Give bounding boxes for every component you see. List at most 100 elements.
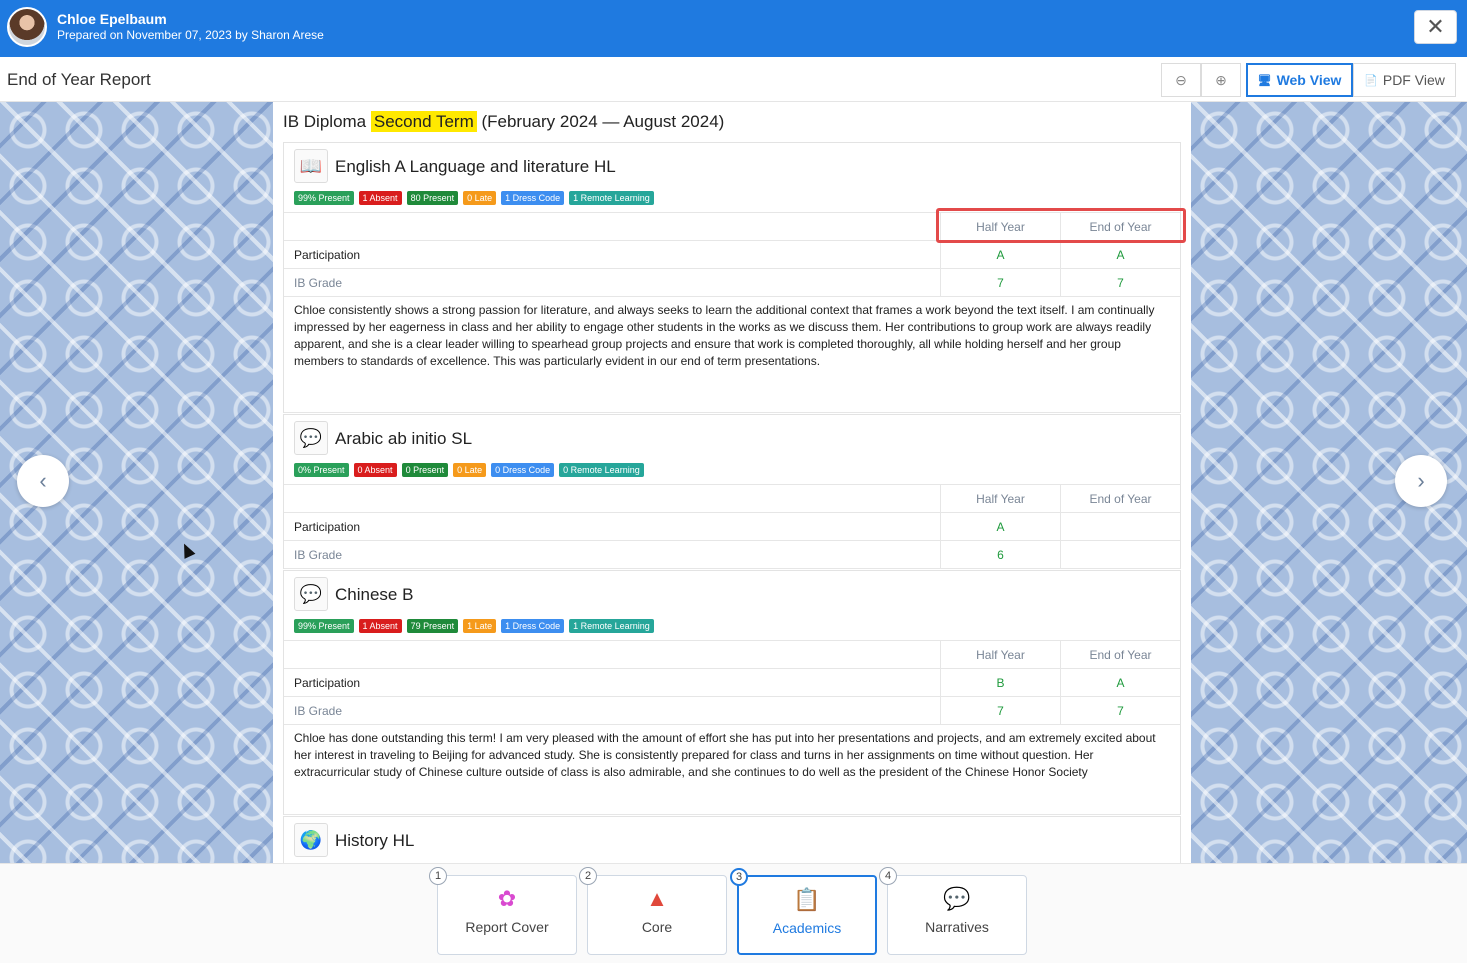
next-page-button[interactable]: › — [1395, 455, 1447, 507]
participation-row: Participation B A — [284, 669, 1180, 697]
badge-present-pct: 0% Present — [294, 463, 349, 477]
book-icon: 📖 — [294, 149, 328, 183]
close-icon: ✕ — [1426, 14, 1445, 39]
tab-label: Narratives — [925, 919, 989, 935]
zoom-in-button[interactable]: ⊕ — [1201, 63, 1241, 97]
badge-absent: 0 Absent — [353, 463, 397, 477]
ib-grade-label: IB Grade — [294, 548, 343, 562]
tab-label: Core — [641, 919, 673, 935]
participation-label: Participation — [294, 248, 361, 262]
web-view-label: Web View — [1276, 72, 1342, 88]
badge-late: 0 Late — [453, 463, 487, 477]
term-dates: (February 2024 — August 2024) — [481, 112, 725, 131]
badge-late: 0 Late — [463, 191, 497, 205]
participation-label: Participation — [294, 520, 361, 534]
tab-core[interactable]: 2 ▲ Core — [579, 867, 727, 955]
pdf-view-button[interactable]: 📄 PDF View — [1353, 63, 1456, 97]
attendance-badges: 99% Present 1 Absent 79 Present 1 Late 1… — [294, 619, 654, 633]
badge-present-pct: 99% Present — [294, 619, 354, 633]
teacher-comment: Chloe has done outstanding this term! I … — [284, 725, 1180, 815]
tab-number: 2 — [579, 867, 597, 885]
subject-name: Chinese B — [335, 585, 414, 604]
grade-half: 7 — [940, 697, 1060, 725]
badge-remote-learning: 0 Remote Learning — [559, 463, 644, 477]
subject-name: English A Language and literature HL — [335, 157, 616, 176]
participation-half: A — [940, 241, 1060, 269]
chat-bubbles-icon: 💬 — [943, 886, 971, 911]
tab-label: Report Cover — [465, 919, 549, 935]
teacher-comment: Chloe consistently shows a strong passio… — [284, 297, 1180, 413]
section-tabs-bar: 1 ✿ Report Cover 2 ▲ Core 3 📋 Academics … — [0, 863, 1467, 963]
badge-dress-code: 0 Dress Code — [491, 463, 555, 477]
ib-grade-label: IB Grade — [294, 276, 343, 290]
participation-end: A — [1060, 241, 1180, 269]
ib-grade-row: IB Grade 7 7 — [284, 697, 1180, 725]
speech-bubble-icon: 💬 — [294, 577, 328, 611]
half-year-header: Half Year — [940, 485, 1060, 513]
report-content: IB Diploma Second Term (February 2024 — … — [273, 102, 1191, 863]
tab-number: 3 — [730, 868, 748, 886]
tab-label: Academics — [772, 920, 842, 936]
subject-card-arabic: 💬 Arabic ab initio SL 0% Present 0 Absen… — [283, 414, 1181, 569]
zoom-in-icon: ⊕ — [1215, 71, 1227, 88]
subject-name: History HL — [335, 831, 415, 850]
ib-grade-row: IB Grade 7 7 — [284, 269, 1180, 297]
subject-name: Arabic ab initio SL — [335, 429, 473, 448]
tab-narratives[interactable]: 4 💬 Narratives — [879, 867, 1027, 955]
table-header-row: Half Year End of Year — [284, 213, 1180, 241]
pdf-view-label: PDF View — [1382, 72, 1445, 88]
chevron-right-icon: › — [1417, 468, 1425, 493]
participation-row: Participation A — [284, 513, 1180, 541]
pdf-icon: 📄 — [1364, 74, 1378, 87]
globe-icon: 🌍 — [294, 823, 328, 857]
participation-end: A — [1060, 669, 1180, 697]
triangle-icon: ▲ — [646, 886, 668, 911]
zoom-out-button[interactable]: ⊖ — [1161, 63, 1201, 97]
tab-number: 1 — [429, 867, 447, 885]
term-highlight: Second Term — [370, 111, 477, 132]
end-of-year-header: End of Year — [1060, 213, 1180, 241]
attendance-badges: 0% Present 0 Absent 0 Present 0 Late 0 D… — [294, 463, 644, 477]
prepared-info: Prepared on November 07, 2023 by Sharon … — [57, 28, 324, 42]
participation-row: Participation A A — [284, 241, 1180, 269]
table-header-row: Half Year End of Year — [284, 485, 1180, 513]
web-view-button[interactable]: 🖥 Web View — [1246, 63, 1353, 97]
grade-end — [1060, 541, 1180, 569]
clipboard-icon: 📋 — [793, 887, 821, 912]
half-year-header: Half Year — [940, 213, 1060, 241]
speech-bubble-icon: 💬 — [294, 421, 328, 455]
badge-present: 80 Present — [406, 191, 459, 205]
flower-icon: ✿ — [497, 886, 517, 911]
tab-number: 4 — [879, 867, 897, 885]
subject-card-history: 🌍 History HL — [283, 816, 1181, 863]
participation-end — [1060, 513, 1180, 541]
end-of-year-header: End of Year — [1060, 485, 1180, 513]
zoom-out-icon: ⊖ — [1175, 71, 1187, 88]
badge-dress-code: 1 Dress Code — [501, 191, 565, 205]
grade-half: 6 — [940, 541, 1060, 569]
participation-half: B — [940, 669, 1060, 697]
subject-card-chinese: 💬 Chinese B 99% Present 1 Absent 79 Pres… — [283, 570, 1181, 815]
monitor-icon: 🖥 — [1257, 74, 1272, 87]
ib-grade-label: IB Grade — [294, 704, 343, 718]
top-header-bar: Chloe Epelbaum Prepared on November 07, … — [0, 0, 1467, 57]
tab-report-cover[interactable]: 1 ✿ Report Cover — [429, 867, 577, 955]
previous-page-button[interactable]: ‹ — [17, 455, 69, 507]
table-header-row: Half Year End of Year — [284, 641, 1180, 669]
grade-end: 7 — [1060, 269, 1180, 297]
badge-absent: 1 Absent — [358, 191, 402, 205]
tab-academics[interactable]: 3 📋 Academics — [730, 868, 877, 955]
report-toolbar: End of Year Report ⊖ ⊕ 🖥 Web View 📄 PDF … — [0, 57, 1467, 102]
student-avatar — [7, 7, 47, 47]
end-of-year-header: End of Year — [1060, 641, 1180, 669]
participation-label: Participation — [294, 676, 361, 690]
grade-half: 7 — [940, 269, 1060, 297]
attendance-badges: 99% Present 1 Absent 80 Present 0 Late 1… — [294, 191, 654, 205]
badge-late: 1 Late — [463, 619, 497, 633]
close-button[interactable]: ✕ — [1414, 10, 1457, 44]
student-name: Chloe Epelbaum — [57, 11, 167, 27]
term-prefix: IB Diploma — [283, 112, 367, 131]
ib-grade-row: IB Grade 6 — [284, 541, 1180, 569]
badge-absent: 1 Absent — [358, 619, 402, 633]
grade-end: 7 — [1060, 697, 1180, 725]
